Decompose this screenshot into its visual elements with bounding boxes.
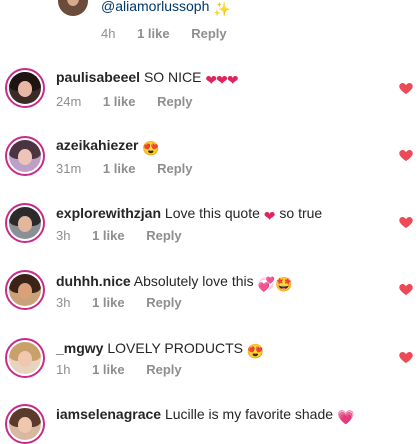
heart-icon[interactable]: [398, 281, 414, 297]
heart-icon[interactable]: [398, 214, 414, 230]
comment-username[interactable]: paulisabeeel: [56, 69, 140, 85]
comment-text: Absolutely love this: [133, 273, 254, 289]
avatar[interactable]: [5, 338, 45, 378]
heart-eyes-emoji: 😍: [246, 343, 265, 359]
comment-likes[interactable]: 1 like: [103, 161, 136, 176]
comment-time: 31m: [56, 161, 82, 176]
reply-meta: 4h 1 like Reply: [101, 26, 245, 42]
heart-eyes-emoji: 😍: [142, 140, 160, 156]
reply-time: 4h: [101, 26, 116, 41]
comment-text: LOVELY PRODUCTS: [107, 340, 243, 356]
avatar[interactable]: [5, 404, 45, 444]
comment-likes[interactable]: 1 like: [103, 94, 136, 109]
reply-button[interactable]: Reply: [146, 362, 181, 377]
heart-icon[interactable]: [398, 349, 414, 365]
reply-button[interactable]: Reply: [146, 228, 181, 243]
comment-meta: 3h 1 like Reply: [56, 228, 200, 244]
comment-likes[interactable]: 1 like: [92, 295, 125, 310]
comment-text: Love this quote: [164, 205, 260, 221]
comment-username[interactable]: azeikahiezer: [56, 137, 139, 153]
comment-text-line: azeikahiezer 😍: [56, 136, 160, 157]
pink-heart-emoji: 💗: [336, 409, 355, 425]
avatar[interactable]: [5, 68, 45, 108]
comment-text-line: explorewithzjan Love this quote ❤ so tru…: [56, 204, 322, 225]
comment-meta: 31m 1 like Reply: [56, 161, 210, 177]
comment-time: 24m: [56, 94, 82, 109]
red-hearts-emoji: ❤❤❤: [205, 72, 238, 88]
avatar[interactable]: [5, 270, 45, 310]
comment-time: 3h: [56, 295, 71, 310]
reply-button[interactable]: Reply: [191, 26, 226, 41]
mention-link[interactable]: @aliamorlussoph: [101, 0, 209, 14]
comment-username[interactable]: duhhh.nice: [56, 273, 131, 289]
comment-username[interactable]: _mgwy: [56, 340, 103, 356]
comment-meta: 3h 1 like Reply: [56, 295, 200, 311]
comment-text-line: duhhh.nice Absolutely love this 💞🤩: [56, 272, 292, 293]
reply-mention-line: @aliamorlussoph ✨: [101, 0, 231, 18]
comment-text-continued: so true: [279, 205, 323, 221]
comment-username[interactable]: explorewithzjan: [56, 205, 161, 221]
red-heart-emoji: ❤: [263, 208, 276, 224]
comment-likes[interactable]: 1 like: [92, 362, 125, 377]
reply-button[interactable]: Reply: [157, 161, 192, 176]
reply-avatar[interactable]: [58, 0, 88, 16]
comment-text: SO NICE: [143, 69, 202, 85]
avatar[interactable]: [5, 136, 45, 176]
comment-text-line: paulisabeeel SO NICE ❤❤❤: [56, 68, 239, 89]
heart-icon[interactable]: [398, 147, 414, 163]
comment-meta: 24m 1 like Reply: [56, 94, 210, 110]
comment-time: 1h: [56, 362, 71, 377]
comment-text-line: _mgwy LOVELY PRODUCTS 😍: [56, 339, 264, 360]
avatar[interactable]: [5, 203, 45, 243]
reply-likes[interactable]: 1 like: [137, 26, 170, 41]
comment-time: 3h: [56, 228, 71, 243]
comment-text-line: iamselenagrace Lucille is my favorite sh…: [56, 405, 354, 426]
heart-and-star-eyes-emoji: 💞🤩: [257, 276, 293, 292]
comment-meta: 1h 1 like Reply: [56, 362, 200, 378]
heart-icon[interactable]: [398, 80, 414, 96]
reply-button[interactable]: Reply: [146, 295, 181, 310]
sparkles-icon: ✨: [213, 1, 231, 17]
reply-button[interactable]: Reply: [157, 94, 192, 109]
comment-likes[interactable]: 1 like: [92, 228, 125, 243]
